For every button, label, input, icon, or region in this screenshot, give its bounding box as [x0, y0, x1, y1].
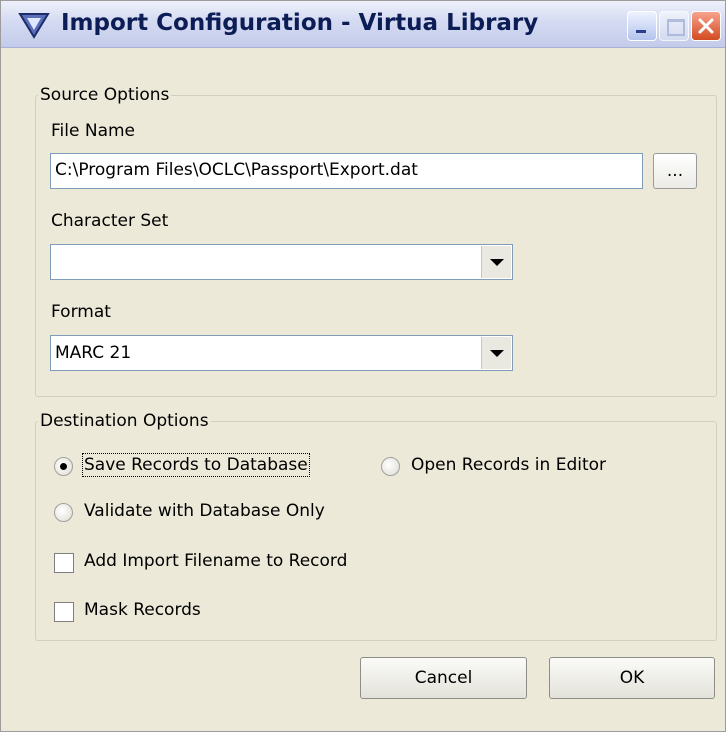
character-set-select[interactable]	[50, 244, 513, 280]
destination-options-legend: Destination Options	[40, 411, 209, 431]
radio-button[interactable]	[381, 457, 400, 476]
dropdown-arrow-icon[interactable]	[481, 337, 511, 369]
validate-only-radio[interactable]: Validate with Database Only	[54, 501, 374, 527]
format-value: MARC 21	[55, 343, 132, 363]
app-icon	[18, 11, 50, 39]
dropdown-arrow-icon[interactable]	[481, 246, 511, 278]
checkbox[interactable]	[54, 553, 74, 573]
close-button[interactable]	[691, 11, 721, 41]
checkbox[interactable]	[54, 602, 74, 622]
cancel-button[interactable]: Cancel	[360, 657, 527, 699]
file-name-input[interactable]: C:\Program Files\OCLC\Passport\Export.da…	[50, 153, 643, 189]
browse-button[interactable]: ...	[653, 153, 697, 189]
title-bar[interactable]: Import Configuration - Virtua Library	[1, 1, 725, 48]
format-label: Format	[51, 302, 111, 322]
import-configuration-dialog: Import Configuration - Virtua Library So…	[0, 0, 726, 732]
save-to-database-label: Save Records to Database	[82, 453, 310, 477]
mask-records-label: Mask Records	[84, 600, 201, 620]
add-import-filename-label: Add Import Filename to Record	[84, 551, 348, 571]
close-icon	[698, 18, 714, 34]
save-to-database-radio[interactable]: Save Records to Database	[54, 453, 354, 481]
radio-button[interactable]	[54, 503, 73, 522]
open-in-editor-label: Open Records in Editor	[411, 455, 607, 475]
ok-button[interactable]: OK	[549, 657, 715, 699]
format-select[interactable]: MARC 21	[50, 335, 513, 371]
radio-button[interactable]	[54, 457, 73, 476]
add-import-filename-checkbox[interactable]: Add Import Filename to Record	[54, 551, 414, 577]
minimize-button[interactable]	[627, 11, 657, 41]
window-title: Import Configuration - Virtua Library	[61, 10, 539, 36]
validate-only-label: Validate with Database Only	[84, 501, 325, 521]
file-name-label: File Name	[51, 121, 136, 141]
character-set-label: Character Set	[51, 211, 169, 231]
maximize-button[interactable]	[659, 11, 689, 41]
source-options-legend: Source Options	[40, 85, 170, 105]
mask-records-checkbox[interactable]: Mask Records	[54, 600, 274, 626]
open-in-editor-radio[interactable]: Open Records in Editor	[381, 455, 661, 481]
